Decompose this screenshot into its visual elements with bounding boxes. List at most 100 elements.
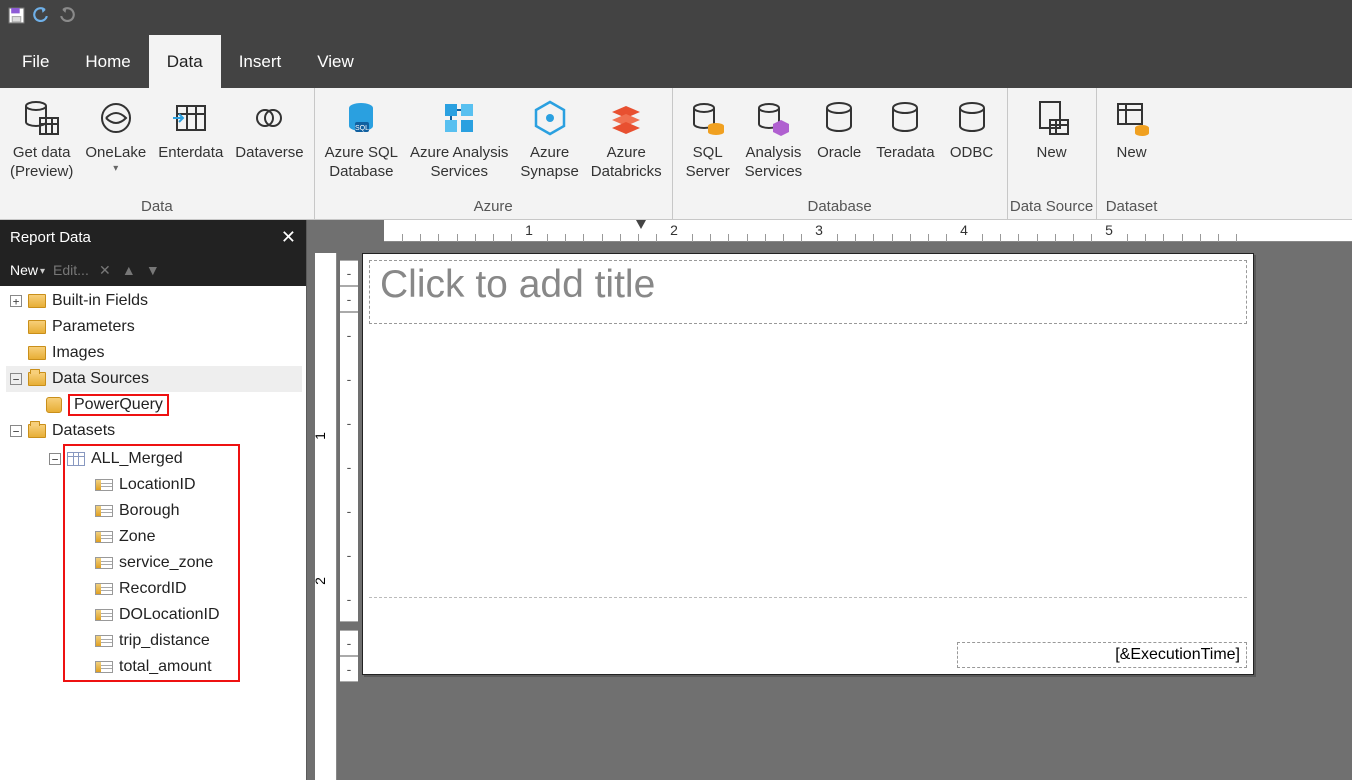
tree-dataset-all-merged[interactable]: − ALL_Merged	[65, 446, 238, 472]
tree-data-source-powerquery[interactable]: PowerQuery	[6, 392, 302, 418]
report-body[interactable]	[369, 328, 1247, 598]
edit-button: Edit...	[53, 262, 89, 278]
ribbon-group-dataset-label: Dataset	[1097, 196, 1167, 219]
sql-server-button[interactable]: SQL Server	[677, 92, 739, 184]
title-placeholder[interactable]: Click to add title	[369, 260, 1247, 324]
move-up-icon: ▲	[121, 262, 137, 278]
new-dataset-button[interactable]: New	[1101, 92, 1163, 165]
design-canvas[interactable]: 12345 12 - - ------- - - Click to add ti…	[307, 220, 1352, 780]
field-icon	[95, 583, 113, 595]
odbc-button[interactable]: ODBC	[941, 92, 1003, 165]
analysis-services-button[interactable]: Analysis Services	[739, 92, 809, 184]
get-data-button[interactable]: Get data (Preview)	[4, 92, 79, 184]
onelake-button[interactable]: OneLake ▾	[79, 92, 152, 177]
tree-field[interactable]: total_amount	[65, 654, 238, 680]
database-grid-icon	[18, 94, 66, 142]
report-data-title: Report Data	[10, 229, 91, 246]
delete-icon: ✕	[97, 262, 113, 278]
row-selector[interactable]: -	[340, 656, 358, 682]
dataset-icon	[67, 452, 85, 466]
tree-label: DOLocationID	[119, 606, 220, 624]
report-data-toolbar: New▾ Edit... ✕ ▲ ▼	[0, 254, 306, 286]
analysis-services-label: Analysis Services	[745, 144, 803, 182]
tab-insert[interactable]: Insert	[221, 35, 300, 88]
tree-field[interactable]: Zone	[65, 524, 238, 550]
report-data-tree: + Built-in Fields Parameters Images − Da…	[0, 286, 306, 780]
teradata-button[interactable]: Teradata	[870, 92, 940, 165]
folder-open-icon	[28, 424, 46, 438]
tree-parameters[interactable]: Parameters	[6, 314, 302, 340]
onelake-label: OneLake	[85, 144, 146, 163]
tree-datasets[interactable]: − Datasets	[6, 418, 302, 444]
tree-field[interactable]: LocationID	[65, 472, 238, 498]
tab-view[interactable]: View	[299, 35, 372, 88]
tab-home[interactable]: Home	[67, 35, 148, 88]
azure-synapse-label: Azure Synapse	[520, 144, 578, 182]
menu-bar: File Home Data Insert View	[0, 30, 1352, 88]
azure-analysis-icon	[435, 94, 483, 142]
tree-field[interactable]: DOLocationID	[65, 602, 238, 628]
tree-label: service_zone	[119, 554, 213, 572]
new-dataset-label: New	[1117, 144, 1147, 163]
get-data-label: Get data (Preview)	[10, 144, 73, 182]
vertical-ruler: 12	[315, 253, 337, 780]
row-selector[interactable]: -	[340, 260, 358, 286]
tree-field[interactable]: Borough	[65, 498, 238, 524]
azure-synapse-button[interactable]: Azure Synapse	[514, 92, 584, 184]
azure-analysis-services-button[interactable]: Azure Analysis Services	[404, 92, 514, 184]
save-icon[interactable]	[8, 7, 25, 24]
database-icon	[881, 94, 929, 142]
footer-execution-time[interactable]: [&ExecutionTime]	[957, 642, 1247, 668]
chevron-down-icon: ▾	[113, 163, 118, 176]
close-icon[interactable]: ✕	[281, 227, 296, 248]
tree-builtin-fields[interactable]: + Built-in Fields	[6, 288, 302, 314]
tree-label: total_amount	[119, 658, 212, 676]
azure-databricks-label: Azure Databricks	[591, 144, 662, 182]
tree-label: ALL_Merged	[91, 450, 183, 468]
ruler-marker-icon	[636, 220, 646, 229]
report-data-header: Report Data ✕	[0, 220, 306, 254]
report-page[interactable]: Click to add title [&ExecutionTime]	[362, 253, 1254, 675]
tree-field[interactable]: trip_distance	[65, 628, 238, 654]
svg-text:SQL: SQL	[355, 125, 369, 132]
oracle-label: Oracle	[817, 144, 861, 163]
oracle-button[interactable]: Oracle	[808, 92, 870, 165]
enterdata-button[interactable]: Enterdata	[152, 92, 229, 165]
field-icon	[95, 557, 113, 569]
tree-field[interactable]: service_zone	[65, 550, 238, 576]
collapse-icon[interactable]: −	[49, 453, 61, 465]
azure-sql-database-button[interactable]: SQL Azure SQL Database	[319, 92, 404, 184]
field-icon	[95, 609, 113, 621]
row-selector[interactable]: -	[340, 630, 358, 656]
new-menu-button[interactable]: New▾	[10, 262, 45, 278]
undo-icon[interactable]	[33, 7, 50, 24]
field-icon	[95, 531, 113, 543]
row-selector[interactable]: -------	[340, 312, 358, 622]
highlighted-dataset-block: − ALL_Merged LocationID Borough Zone ser…	[63, 444, 240, 682]
tab-data[interactable]: Data	[149, 35, 221, 88]
tree-field[interactable]: RecordID	[65, 576, 238, 602]
azure-databricks-button[interactable]: Azure Databricks	[585, 92, 668, 184]
onelake-icon	[92, 94, 140, 142]
expand-icon[interactable]: +	[10, 295, 22, 307]
tree-data-sources[interactable]: − Data Sources	[6, 366, 302, 392]
odbc-label: ODBC	[950, 144, 993, 163]
ribbon-group-database-label: Database	[673, 196, 1007, 219]
tree-label: Datasets	[52, 422, 115, 440]
ribbon-group-database: SQL Server Analysis Services Oracle Tera…	[673, 88, 1008, 219]
tab-file[interactable]: File	[4, 35, 67, 88]
redo-icon[interactable]	[58, 7, 75, 24]
ribbon-group-azure: SQL Azure SQL Database Azure Analysis Se…	[315, 88, 673, 219]
quick-access-toolbar	[0, 0, 1352, 30]
field-icon	[95, 505, 113, 517]
azure-sql-label: Azure SQL Database	[325, 144, 398, 182]
dataverse-button[interactable]: Dataverse	[229, 92, 309, 165]
collapse-icon[interactable]: −	[10, 373, 22, 385]
collapse-icon[interactable]: −	[10, 425, 22, 437]
new-data-source-button[interactable]: New	[1012, 92, 1092, 165]
tree-images[interactable]: Images	[6, 340, 302, 366]
enterdata-icon	[167, 94, 215, 142]
tree-label: trip_distance	[119, 632, 210, 650]
field-icon	[95, 661, 113, 673]
row-selector[interactable]: -	[340, 286, 358, 312]
